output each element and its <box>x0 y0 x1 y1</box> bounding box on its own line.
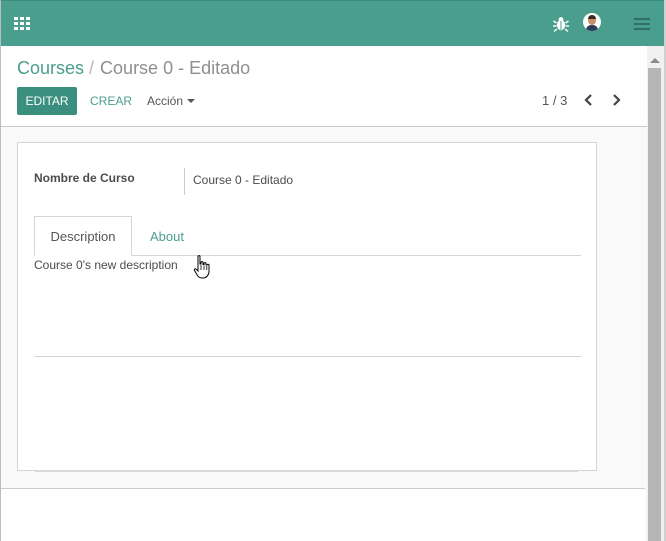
tab-description[interactable]: Description <box>34 216 132 256</box>
description-text: Course 0's new description <box>34 258 178 272</box>
action-dropdown[interactable]: Acción <box>147 94 196 108</box>
pager-value[interactable]: 1 / 3 <box>542 93 567 108</box>
bug-icon[interactable] <box>552 15 570 33</box>
apps-grid-icon[interactable] <box>14 17 32 31</box>
top-navbar <box>1 0 664 46</box>
scrollbar-thumb[interactable] <box>648 68 661 541</box>
create-button[interactable]: CREAR <box>90 94 132 108</box>
tab-about[interactable]: About <box>134 216 200 256</box>
content-divider <box>34 356 581 357</box>
scroll-up-arrow-icon[interactable] <box>650 58 660 63</box>
field-divider <box>184 168 185 195</box>
breadcrumb-separator: / <box>89 58 95 78</box>
sheet-shadow <box>35 470 578 472</box>
chevron-right-icon[interactable] <box>609 93 623 107</box>
user-avatar[interactable] <box>583 13 601 31</box>
hand-pointer-cursor-icon <box>193 255 210 279</box>
course-name-label: Nombre de Curso <box>34 171 135 185</box>
course-name-value: Course 0 - Editado <box>193 173 294 187</box>
chevron-left-icon[interactable] <box>582 93 596 107</box>
caret-down-icon <box>187 99 196 103</box>
breadcrumb-current: Course 0 - Editado <box>100 58 251 78</box>
edit-button[interactable]: EDITAR <box>17 87 77 115</box>
control-panel: Courses / Course 0 - Editado EDITAR CREAR … <box>1 46 664 127</box>
hamburger-menu-icon[interactable] <box>634 18 650 31</box>
breadcrumb: Courses / Course 0 - Editado <box>17 58 250 79</box>
form-sheet: Nombre de Curso Course 0 - Editado Descr… <box>17 142 597 471</box>
action-dropdown-label: Acción <box>147 94 184 108</box>
footer-area <box>1 489 645 541</box>
breadcrumb-courses-link[interactable]: Courses <box>17 58 84 78</box>
